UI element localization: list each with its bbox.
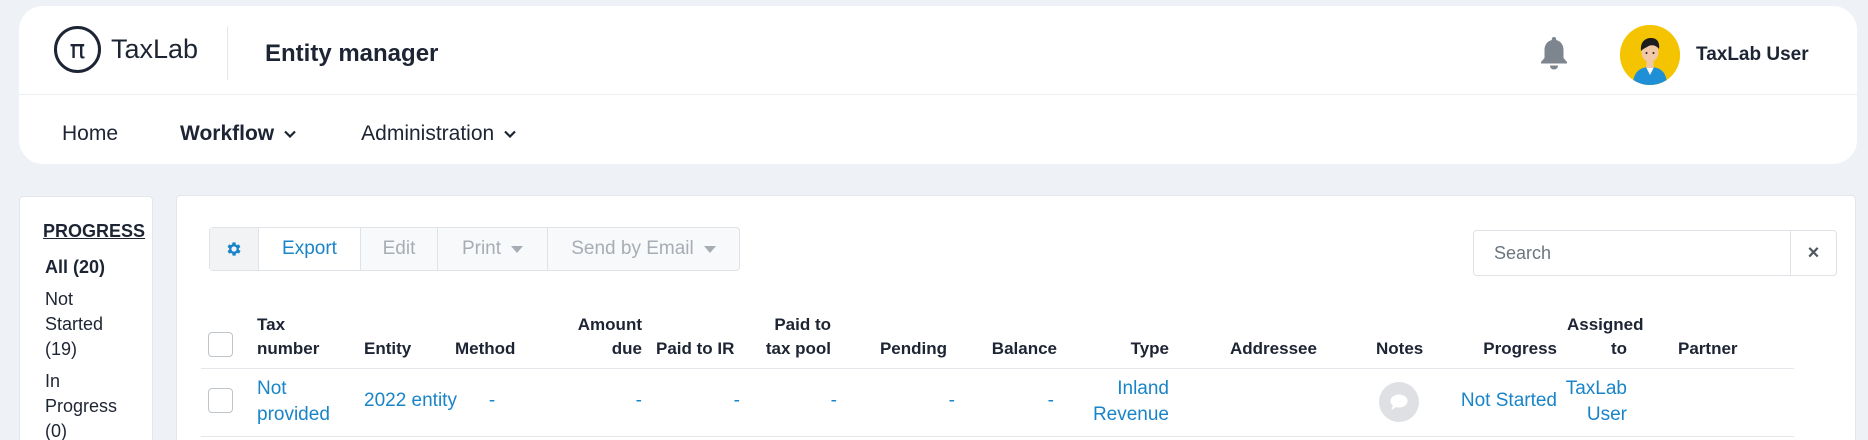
cell-progress[interactable]: Not Started <box>1427 388 1557 414</box>
col-header-partner[interactable]: Partner <box>1678 337 1738 361</box>
col-header-addressee[interactable]: Addressee <box>1230 337 1317 361</box>
cell-type[interactable]: Inland Revenue <box>1087 376 1169 428</box>
cell-paid-to-ir: - <box>733 390 740 411</box>
user-avatar <box>1620 25 1680 85</box>
nav-workflow[interactable]: Workflow <box>180 122 296 146</box>
cell-amount-due: - <box>635 390 642 411</box>
col-header-tax-number[interactable]: Tax number <box>257 313 327 361</box>
header-row-divider <box>201 368 1794 369</box>
nav-administration-label: Administration <box>361 122 495 145</box>
app-logo[interactable]: π TaxLab <box>54 26 198 73</box>
notes-button[interactable] <box>1379 382 1419 422</box>
cell-balance: - <box>1047 390 1054 411</box>
progress-filter-heading: PROGRESS <box>43 221 146 241</box>
col-header-amount-due[interactable]: Amount due <box>562 313 642 361</box>
header-separator <box>19 94 1857 95</box>
filter-all[interactable]: All (20) <box>45 255 145 280</box>
export-button[interactable]: Export <box>259 228 361 270</box>
close-icon[interactable]: × <box>1790 231 1836 275</box>
pi-logo-icon: π <box>54 26 101 73</box>
user-menu[interactable]: TaxLab User <box>1620 25 1809 85</box>
logo-text: TaxLab <box>111 34 199 64</box>
send-by-email-button[interactable]: Send by Email <box>548 228 739 270</box>
col-header-paid-to-tax-pool[interactable]: Paid to tax pool <box>751 313 831 361</box>
select-all-checkbox[interactable] <box>208 332 233 357</box>
settings-button[interactable] <box>210 228 259 270</box>
table-toolbar: Export Edit Print Send by Email <box>209 227 740 271</box>
cell-tax-number[interactable]: Not provided <box>257 376 337 428</box>
send-by-email-label: Send by Email <box>571 238 694 259</box>
chevron-down-icon <box>504 130 516 138</box>
cell-entity[interactable]: 2022 entity <box>364 388 457 414</box>
chevron-down-icon <box>284 130 296 138</box>
cell-paid-to-tax-pool: - <box>830 390 837 411</box>
caret-down-icon <box>703 245 716 253</box>
nav-home-label: Home <box>62 122 119 145</box>
col-header-notes[interactable]: Notes <box>1376 337 1423 361</box>
nav-home[interactable]: Home <box>62 122 118 146</box>
nav-workflow-label: Workflow <box>180 122 275 145</box>
col-header-entity[interactable]: Entity <box>364 337 411 361</box>
header-divider <box>227 26 228 80</box>
nav-administration[interactable]: Administration <box>361 122 516 146</box>
print-button[interactable]: Print <box>438 228 548 270</box>
print-label: Print <box>461 238 502 259</box>
search-input[interactable] <box>1474 231 1790 275</box>
comment-icon <box>1390 394 1408 410</box>
col-header-balance[interactable]: Balance <box>967 337 1057 361</box>
col-header-method[interactable]: Method <box>455 337 515 361</box>
caret-down-icon <box>511 245 524 253</box>
row-divider <box>201 436 1794 437</box>
cell-method: - <box>488 390 496 411</box>
col-header-pending[interactable]: Pending <box>837 337 947 361</box>
filter-in-progress[interactable]: In Progress (0) <box>45 369 135 440</box>
user-name: TaxLab User <box>1696 44 1809 65</box>
col-header-type[interactable]: Type <box>1097 337 1169 361</box>
col-header-progress[interactable]: Progress <box>1477 337 1557 361</box>
filter-not-started[interactable]: Not Started (19) <box>45 287 125 362</box>
edit-button[interactable]: Edit <box>361 228 438 270</box>
gear-icon <box>227 242 241 256</box>
col-header-assigned-to[interactable]: Assigned to <box>1567 313 1644 361</box>
search-box: × <box>1473 230 1837 276</box>
cell-pending: - <box>948 390 955 411</box>
page-title: Entity manager <box>265 40 439 67</box>
cell-assigned-to[interactable]: TaxLab User <box>1557 376 1627 428</box>
bell-icon[interactable] <box>1538 35 1570 71</box>
row-checkbox[interactable] <box>208 388 233 413</box>
col-header-paid-to-ir[interactable]: Paid to IR <box>656 337 734 361</box>
header-card: π TaxLab Entity manager TaxLab User Home <box>19 6 1857 164</box>
main-nav: Home Workflow Administration <box>62 122 516 146</box>
entity-table-panel: Export Edit Print Send by Email × Tax nu… <box>176 195 1856 440</box>
progress-filter-panel: PROGRESS All (20) Not Started (19) In Pr… <box>19 196 153 440</box>
